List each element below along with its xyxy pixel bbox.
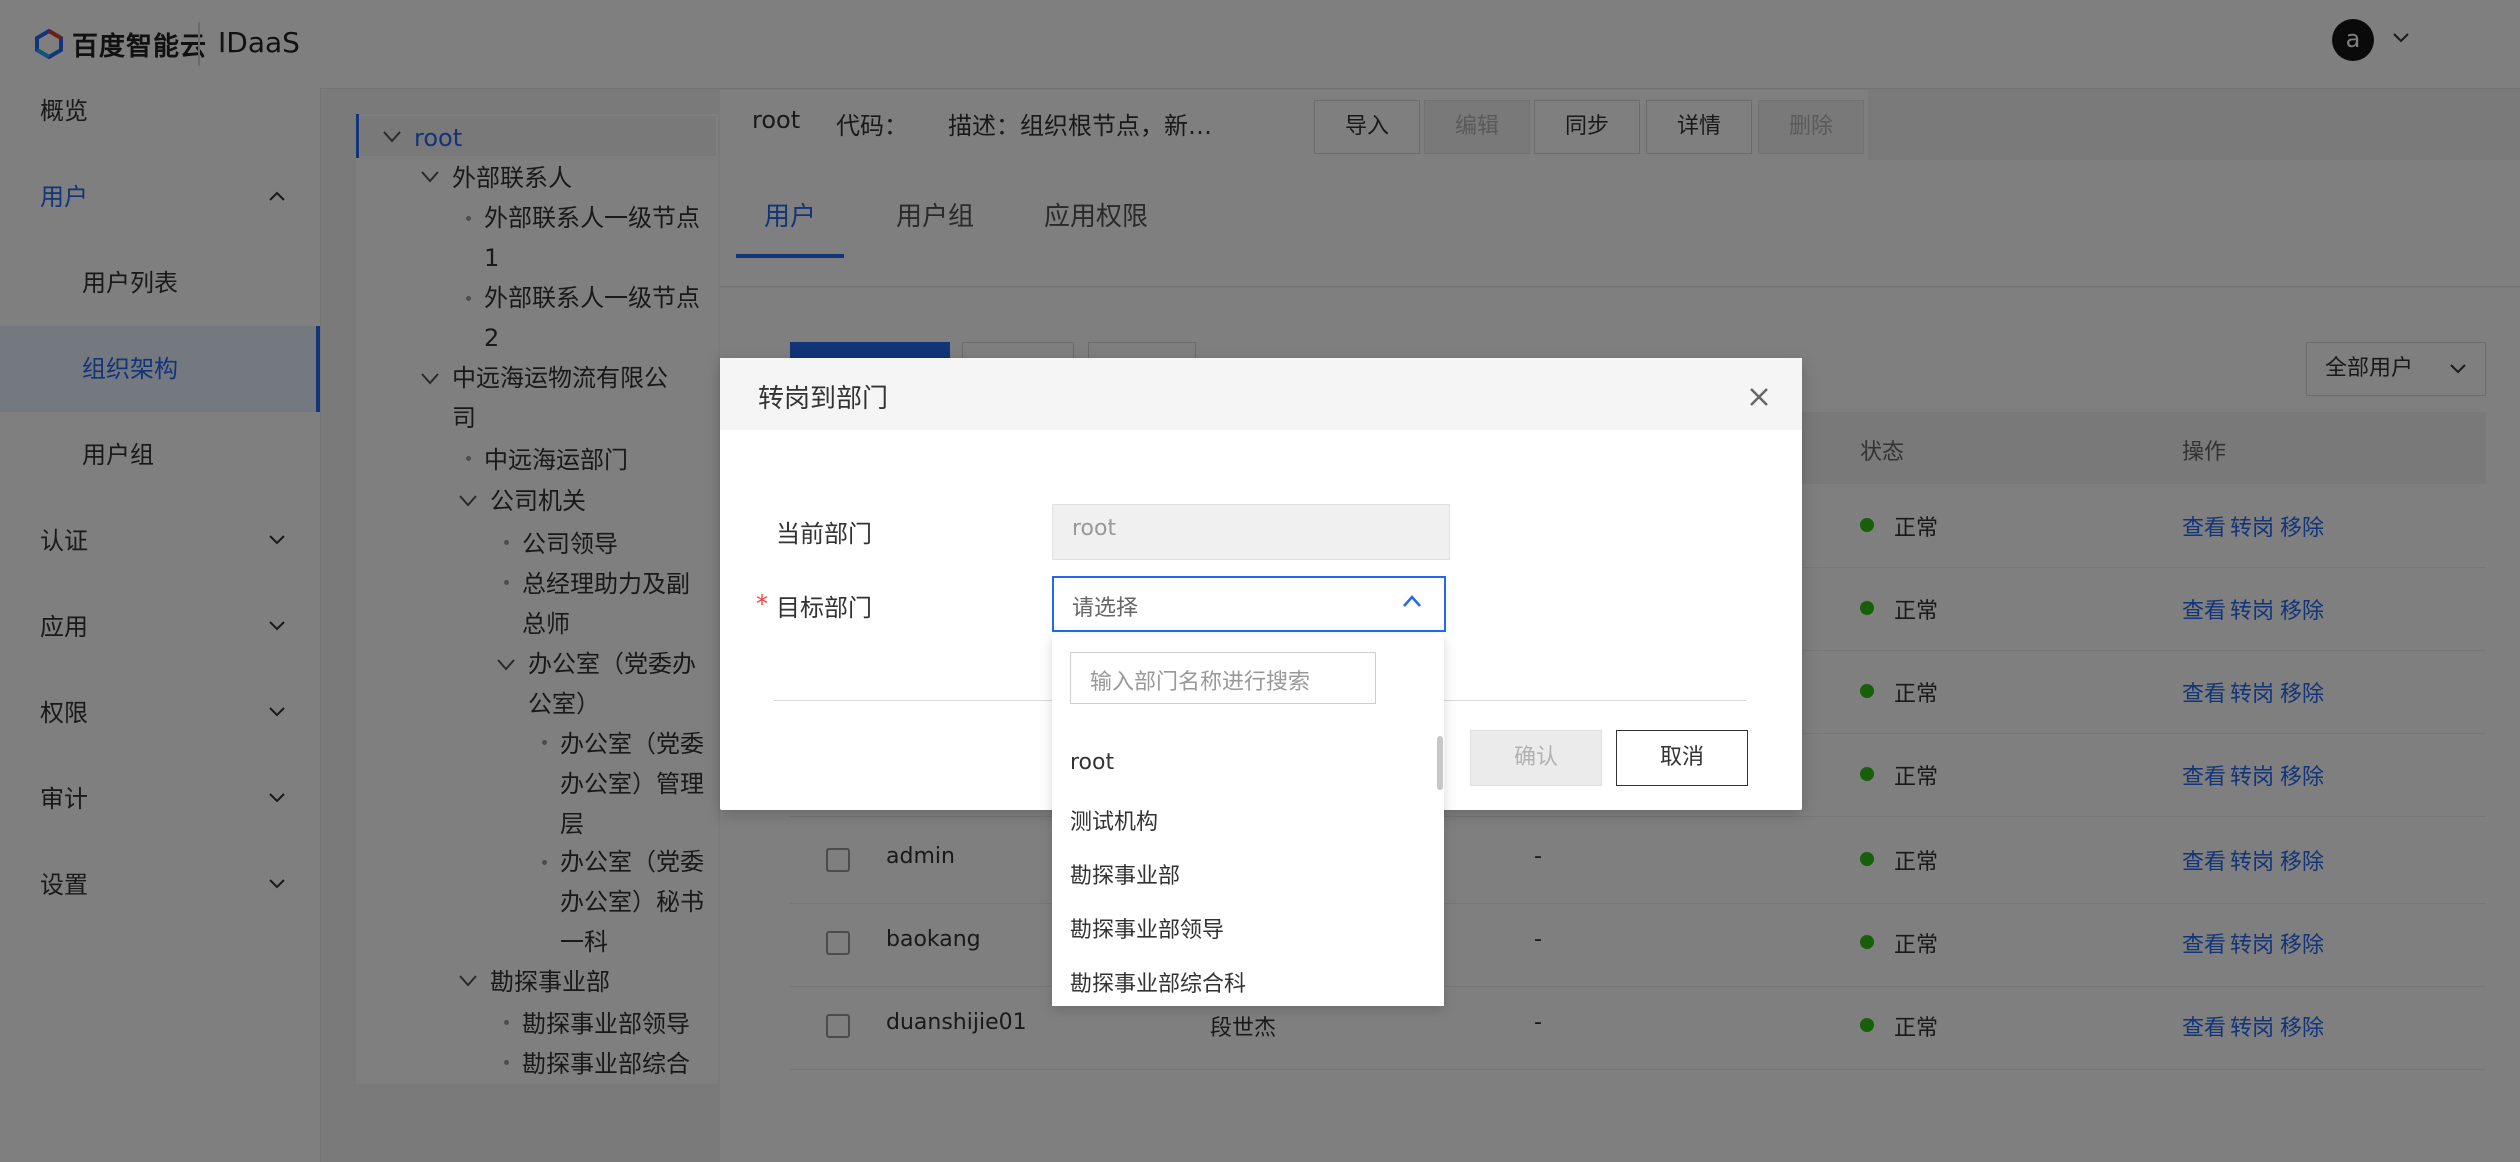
target-dept-placeholder: 请选择 [1072,596,1139,621]
dept-option[interactable]: 勘探事业部 [1070,858,1180,890]
dialog-title: 转岗到部门 [758,384,889,414]
dept-option[interactable]: 测试机构 [1070,804,1158,836]
confirm-button[interactable]: 确认 [1470,730,1602,786]
target-dept-label: 目标部门 [776,594,872,622]
current-dept-label: 当前部门 [776,520,872,548]
dropdown-scrollbar[interactable] [1437,736,1443,790]
dept-option[interactable]: root [1070,750,1114,775]
current-dept-value: root [1072,516,1117,541]
cancel-button[interactable]: 取消 [1616,730,1748,786]
close-icon[interactable] [1748,386,1770,408]
dept-option[interactable]: 勘探事业部综合科 [1070,966,1246,998]
chevron-up-icon[interactable] [1402,594,1422,608]
dept-option[interactable]: 勘探事业部领导 [1070,912,1224,944]
dept-search-placeholder: 输入部门名称进行搜索 [1090,670,1311,695]
required-mark: * [756,590,768,618]
